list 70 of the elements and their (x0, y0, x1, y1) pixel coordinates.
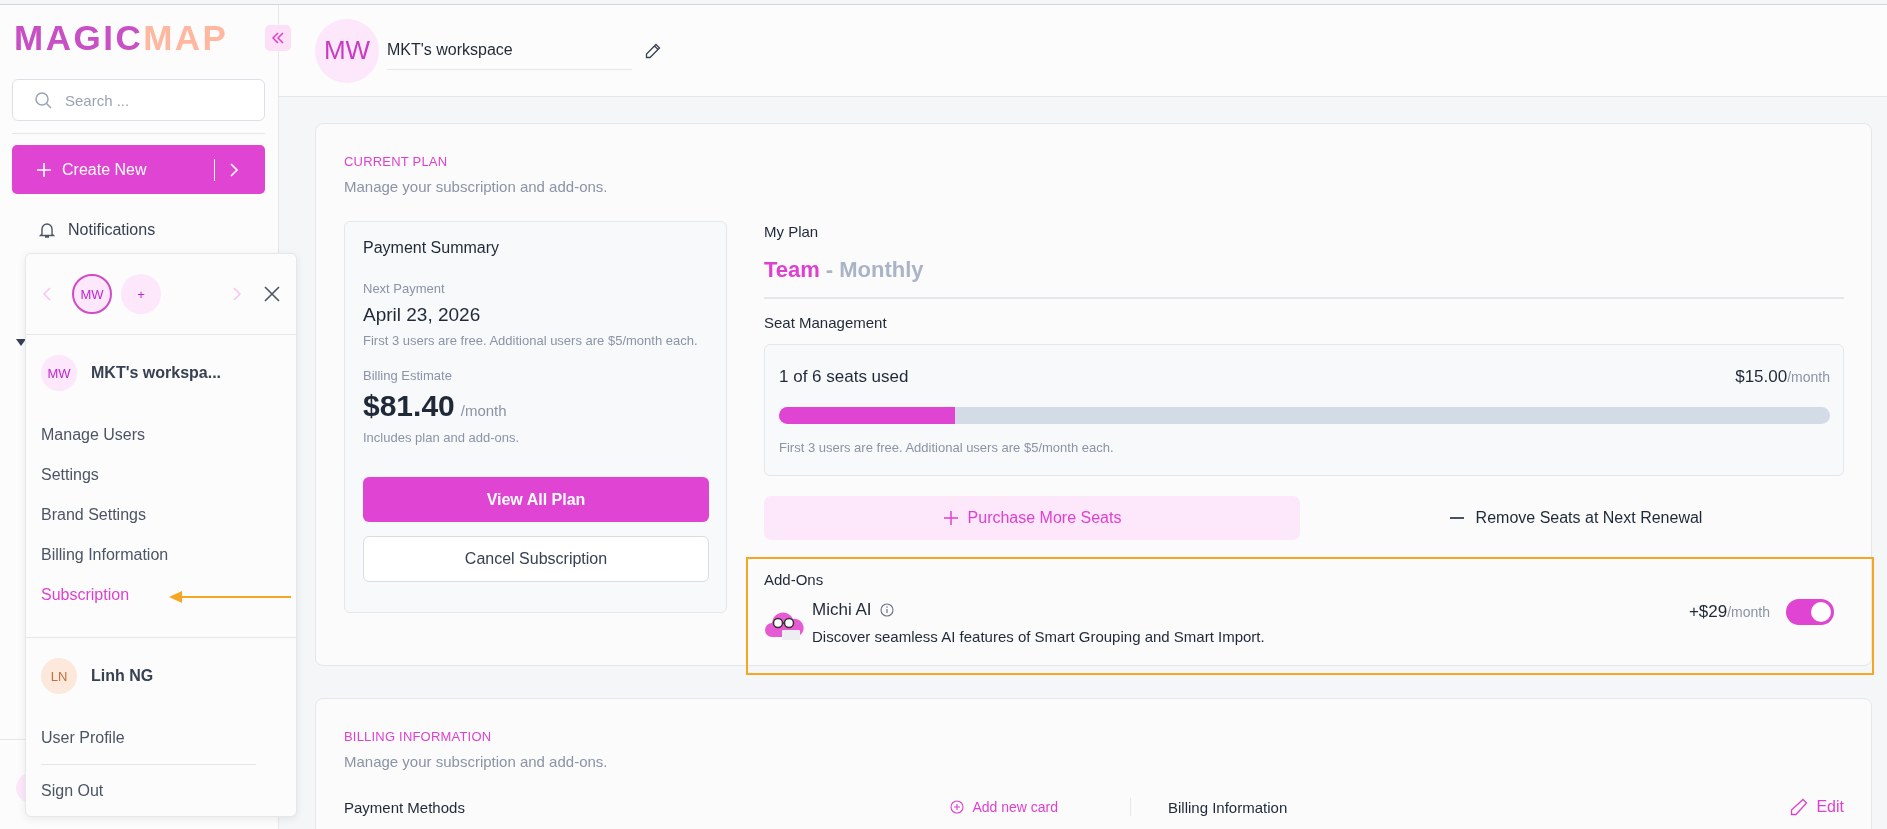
addon-description: Discover seamless AI features of Smart Grouping and Smart Import. (812, 628, 1266, 645)
search-icon (34, 91, 52, 109)
add-card-link[interactable]: Add new card (950, 799, 1058, 815)
field-label: Next Payment (363, 281, 446, 296)
pricing-note: First 3 users are free. Additional users are $5/month each. (363, 332, 699, 350)
pencil-icon (1790, 798, 1809, 816)
remove-seats-button[interactable]: Remove Seats at Next Renewal (1308, 496, 1844, 540)
plus-circle-icon (950, 800, 965, 814)
plus-icon (36, 161, 52, 178)
caret-down-icon (16, 339, 26, 346)
menu-item[interactable]: Subscription (26, 575, 145, 616)
collapse-button[interactable] (265, 25, 291, 51)
logo: MAGICMAP (13, 18, 229, 58)
panel-title: Payment Summary (363, 239, 501, 257)
user-avatar: LN (41, 658, 77, 694)
workspace-avatar[interactable]: MW (72, 274, 112, 314)
field-label: My Plan (764, 223, 820, 240)
pricing-note: First 3 users are free. Additional users are $5/month each. (779, 440, 1115, 455)
edit-link[interactable]: Edit (1790, 798, 1844, 816)
field-label: Seat Management (764, 314, 888, 331)
price-unit: /month (1727, 603, 1770, 620)
close-button[interactable] (264, 286, 280, 302)
estimate-note: Includes plan and add-ons. (363, 429, 521, 447)
user-name: Linh NG (91, 667, 154, 685)
view-all-plan-button[interactable]: View All Plan (363, 477, 709, 522)
seat-usage: 1 of 6 seats used (779, 367, 909, 387)
section-heading: Add-Ons (764, 571, 825, 588)
price-unit: /month (1787, 369, 1830, 385)
close-icon (264, 286, 280, 302)
menu-item[interactable]: User Profile (26, 718, 140, 759)
workspace-name-field[interactable]: MKT's workspace (387, 31, 632, 70)
menu-item[interactable]: Sign Out (26, 771, 119, 812)
price-unit: /month (460, 402, 507, 419)
menu-item[interactable]: Settings (26, 455, 114, 496)
field-label: Billing Estimate (363, 368, 453, 383)
column-heading: Billing Information (1168, 798, 1288, 816)
billing-estimate: $81.40 (363, 389, 455, 423)
workspace-name: MKT's workspa... (91, 364, 222, 382)
pencil-icon (645, 42, 661, 59)
workspace-avatar: MW (315, 18, 379, 83)
section-subtitle: Manage your subscription and add-ons. (344, 178, 609, 195)
plus-icon (942, 510, 959, 526)
billing-cycle: - Monthly (825, 257, 924, 282)
seat-price: $15.00 (1735, 367, 1788, 386)
column-heading: Payment Methods (344, 798, 465, 816)
menu-item[interactable]: Brand Settings (26, 495, 161, 536)
next-payment-date: April 23, 2026 (363, 304, 482, 326)
toggle-switch[interactable] (1786, 598, 1834, 625)
section-title: CURRENT PLAN (344, 154, 449, 169)
workspace-avatar: MW (41, 355, 77, 391)
plan-name: Team (764, 257, 820, 282)
nav-item[interactable]: Notifications (12, 194, 265, 239)
chevron-right-icon (229, 161, 239, 178)
info-icon (879, 603, 894, 617)
section-title: BILLING INFORMATION (344, 729, 493, 744)
create-new-button[interactable]: Create New (12, 145, 265, 194)
chevron-left-icon (42, 286, 52, 302)
section-subtitle: Manage your subscription and add-ons. (344, 753, 609, 770)
search-field[interactable]: Search ... (12, 79, 265, 121)
menu-item[interactable]: Billing Information (26, 535, 184, 576)
minus-icon (1449, 516, 1464, 520)
chevron-right-icon (232, 286, 242, 302)
bell-icon (38, 221, 56, 239)
cancel-subscription-button[interactable]: Cancel Subscription (363, 536, 709, 582)
add-workspace-button[interactable]: + (121, 274, 161, 314)
addon-name: Michi AI (812, 600, 872, 620)
addon-price: +$29 (1688, 601, 1728, 621)
double-chevron-icon (271, 31, 285, 45)
menu-item[interactable]: Manage Users (26, 415, 161, 456)
edit-button[interactable] (645, 42, 661, 59)
